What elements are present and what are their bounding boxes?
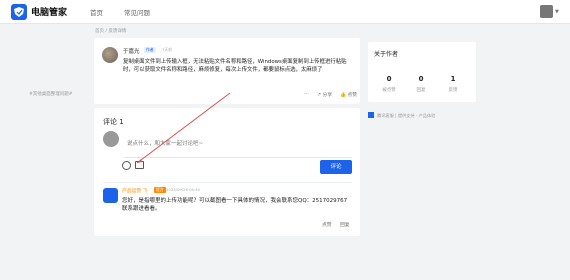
annotation-arrow [136, 92, 231, 164]
